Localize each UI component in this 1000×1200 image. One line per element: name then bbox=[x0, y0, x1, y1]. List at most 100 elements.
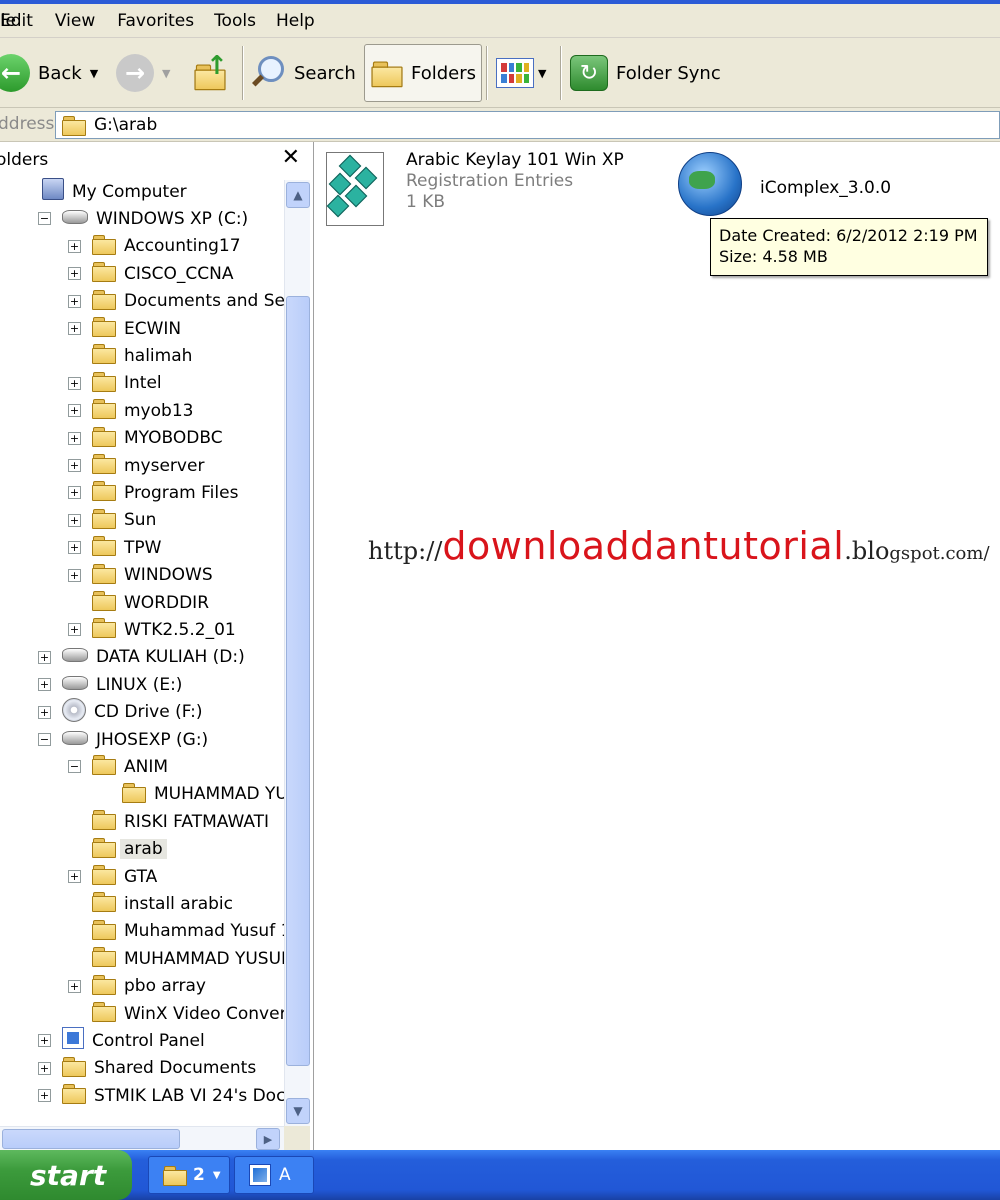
tree-item-label: MUHAMMAD YUSUF - 1 bbox=[124, 948, 284, 969]
tree-item[interactable]: − ANIM bbox=[0, 753, 168, 780]
expand-icon[interactable]: + bbox=[68, 623, 81, 637]
tree-item[interactable]: − WINDOWS XP (C:) bbox=[0, 205, 248, 232]
tree-item-label: WTK2.5.2_01 bbox=[124, 619, 236, 640]
tree-item[interactable]: + CD Drive (F:) bbox=[0, 697, 203, 726]
tree-item[interactable]: + Sun bbox=[0, 507, 156, 534]
expand-icon[interactable]: + bbox=[68, 459, 81, 472]
tree-item[interactable]: + GTA bbox=[0, 863, 157, 890]
tree-item-label: WORDDIR bbox=[124, 592, 210, 613]
tree-item[interactable]: + Intel bbox=[0, 370, 162, 397]
taskbar-group-explorer[interactable]: 2 ▼ bbox=[148, 1156, 230, 1194]
tree-item[interactable]: + Program Files bbox=[0, 479, 238, 506]
forward-dropdown-icon[interactable]: ▼ bbox=[162, 67, 170, 80]
folder-icon bbox=[122, 782, 146, 806]
menu-favorites[interactable]: Favorites bbox=[117, 11, 208, 31]
collapse-icon[interactable]: − bbox=[38, 733, 51, 746]
control-panel-icon bbox=[62, 1027, 84, 1054]
close-icon[interactable]: ✕ bbox=[282, 145, 300, 170]
collapse-icon[interactable]: − bbox=[38, 212, 51, 226]
expand-icon[interactable]: + bbox=[38, 1034, 51, 1048]
folders-button[interactable]: Folders bbox=[364, 44, 482, 102]
taskbar-item[interactable]: A bbox=[234, 1156, 314, 1194]
tree-item[interactable]: + myserver bbox=[0, 452, 204, 479]
folder-icon bbox=[163, 1166, 187, 1186]
expand-icon[interactable]: + bbox=[68, 513, 81, 527]
expand-icon[interactable]: + bbox=[68, 870, 81, 883]
tree-item[interactable]: Muhammad Yusuf 10.2 bbox=[0, 918, 284, 945]
tree-item[interactable]: WORDDIR bbox=[0, 589, 209, 616]
tree-item[interactable]: arab bbox=[0, 836, 167, 863]
horizontal-scroll-thumb[interactable] bbox=[2, 1129, 180, 1149]
scroll-thumb[interactable] bbox=[286, 296, 310, 1066]
drive-icon bbox=[62, 209, 88, 229]
tree-item[interactable]: + DATA KULIAH (D:) bbox=[0, 644, 245, 671]
tree-item[interactable]: + pbo array bbox=[0, 973, 206, 1000]
tree-item[interactable]: + CISCO_CCNA bbox=[0, 260, 234, 287]
expand-icon[interactable]: + bbox=[68, 376, 81, 390]
folders-label: Folders bbox=[411, 62, 477, 84]
horizontal-scrollbar[interactable]: ▶ bbox=[0, 1126, 284, 1150]
menu-view[interactable]: View bbox=[55, 11, 109, 31]
tree-item-label: Shared Documents bbox=[94, 1058, 257, 1079]
file-item[interactable]: iComplex_3.0.0 bbox=[678, 152, 891, 216]
registry-file-icon bbox=[322, 150, 394, 230]
folder-sync-button[interactable]: ↻ Folder Sync bbox=[570, 44, 721, 102]
expand-icon[interactable]: + bbox=[68, 431, 81, 445]
tree-item[interactable]: + WTK2.5.2_01 bbox=[0, 616, 236, 643]
expand-icon[interactable]: + bbox=[68, 979, 81, 993]
back-button[interactable]: ← Back ▼ bbox=[0, 44, 98, 102]
tree-item-label: Control Panel bbox=[92, 1030, 205, 1051]
tree-item[interactable]: + LINUX (E:) bbox=[0, 671, 182, 698]
tree-item[interactable]: RISKI FATMAWATI bbox=[0, 808, 269, 835]
up-folder-button[interactable]: ↑ bbox=[194, 44, 232, 102]
expand-icon[interactable]: + bbox=[68, 267, 81, 281]
tree-item[interactable]: + Accounting17 bbox=[0, 233, 241, 260]
expand-icon[interactable]: + bbox=[38, 1089, 51, 1103]
scroll-up-button[interactable]: ▲ bbox=[286, 182, 310, 208]
tree-item[interactable]: + Documents and Setting bbox=[0, 288, 284, 315]
tree-item[interactable]: + ECWIN bbox=[0, 315, 181, 342]
tree-item[interactable]: WinX Video Converter - bbox=[0, 1000, 284, 1027]
collapse-icon[interactable]: − bbox=[68, 760, 81, 774]
search-button[interactable]: Search bbox=[250, 44, 356, 102]
tree-item[interactable]: install arabic bbox=[0, 890, 233, 917]
tree-item[interactable]: MUHAMMAD YUSUF - 1 bbox=[0, 945, 284, 972]
file-item[interactable]: Arabic Keylay 101 Win XP Registration En… bbox=[322, 150, 624, 230]
tree-item[interactable]: + Shared Documents bbox=[0, 1055, 256, 1082]
forward-button[interactable]: → ▼ bbox=[116, 44, 170, 102]
expand-icon[interactable]: + bbox=[68, 541, 81, 555]
expand-icon[interactable]: + bbox=[38, 1061, 51, 1075]
menu-help[interactable]: Help bbox=[276, 11, 329, 31]
views-button[interactable]: ▼ bbox=[496, 44, 546, 102]
computer-icon bbox=[42, 178, 64, 205]
tree-item[interactable]: MUHAMMAD YUSUF bbox=[0, 781, 284, 808]
back-dropdown-icon[interactable]: ▼ bbox=[90, 67, 98, 80]
address-input[interactable]: G:\arab bbox=[55, 111, 1000, 139]
tree-item[interactable]: halimah bbox=[0, 342, 192, 369]
expand-icon[interactable]: + bbox=[38, 678, 51, 692]
menu-file[interactable]: ile bbox=[0, 11, 38, 31]
views-dropdown-icon[interactable]: ▼ bbox=[538, 67, 546, 80]
tree-item[interactable]: + Control Panel bbox=[0, 1027, 205, 1054]
vertical-scrollbar[interactable]: ▲ ▼ bbox=[284, 180, 310, 1126]
menu-tools[interactable]: Tools bbox=[214, 11, 270, 31]
scroll-right-button[interactable]: ▶ bbox=[256, 1128, 280, 1150]
tree-item[interactable]: + WINDOWS bbox=[0, 562, 213, 589]
expand-icon[interactable]: + bbox=[38, 650, 51, 664]
tree-item[interactable]: + myob13 bbox=[0, 397, 193, 424]
expand-icon[interactable]: + bbox=[68, 322, 81, 335]
expand-icon[interactable]: + bbox=[68, 404, 81, 418]
tree-item-label: LINUX (E:) bbox=[96, 674, 183, 695]
expand-icon[interactable]: + bbox=[68, 294, 81, 308]
tree-item[interactable]: + TPW bbox=[0, 534, 161, 561]
expand-icon[interactable]: + bbox=[68, 239, 81, 253]
start-button[interactable]: start bbox=[0, 1150, 132, 1200]
tree-item[interactable]: − JHOSEXP (G:) bbox=[0, 726, 208, 753]
tree-item[interactable]: + MYOBODBC bbox=[0, 425, 223, 452]
tree-item[interactable]: My Computer bbox=[0, 178, 187, 205]
expand-icon[interactable]: + bbox=[38, 705, 51, 719]
expand-icon[interactable]: + bbox=[68, 486, 81, 500]
tree-item[interactable]: + STMIK LAB VI 24's Documer bbox=[0, 1082, 284, 1109]
scroll-down-button[interactable]: ▼ bbox=[286, 1098, 310, 1124]
expand-icon[interactable]: + bbox=[68, 568, 81, 582]
